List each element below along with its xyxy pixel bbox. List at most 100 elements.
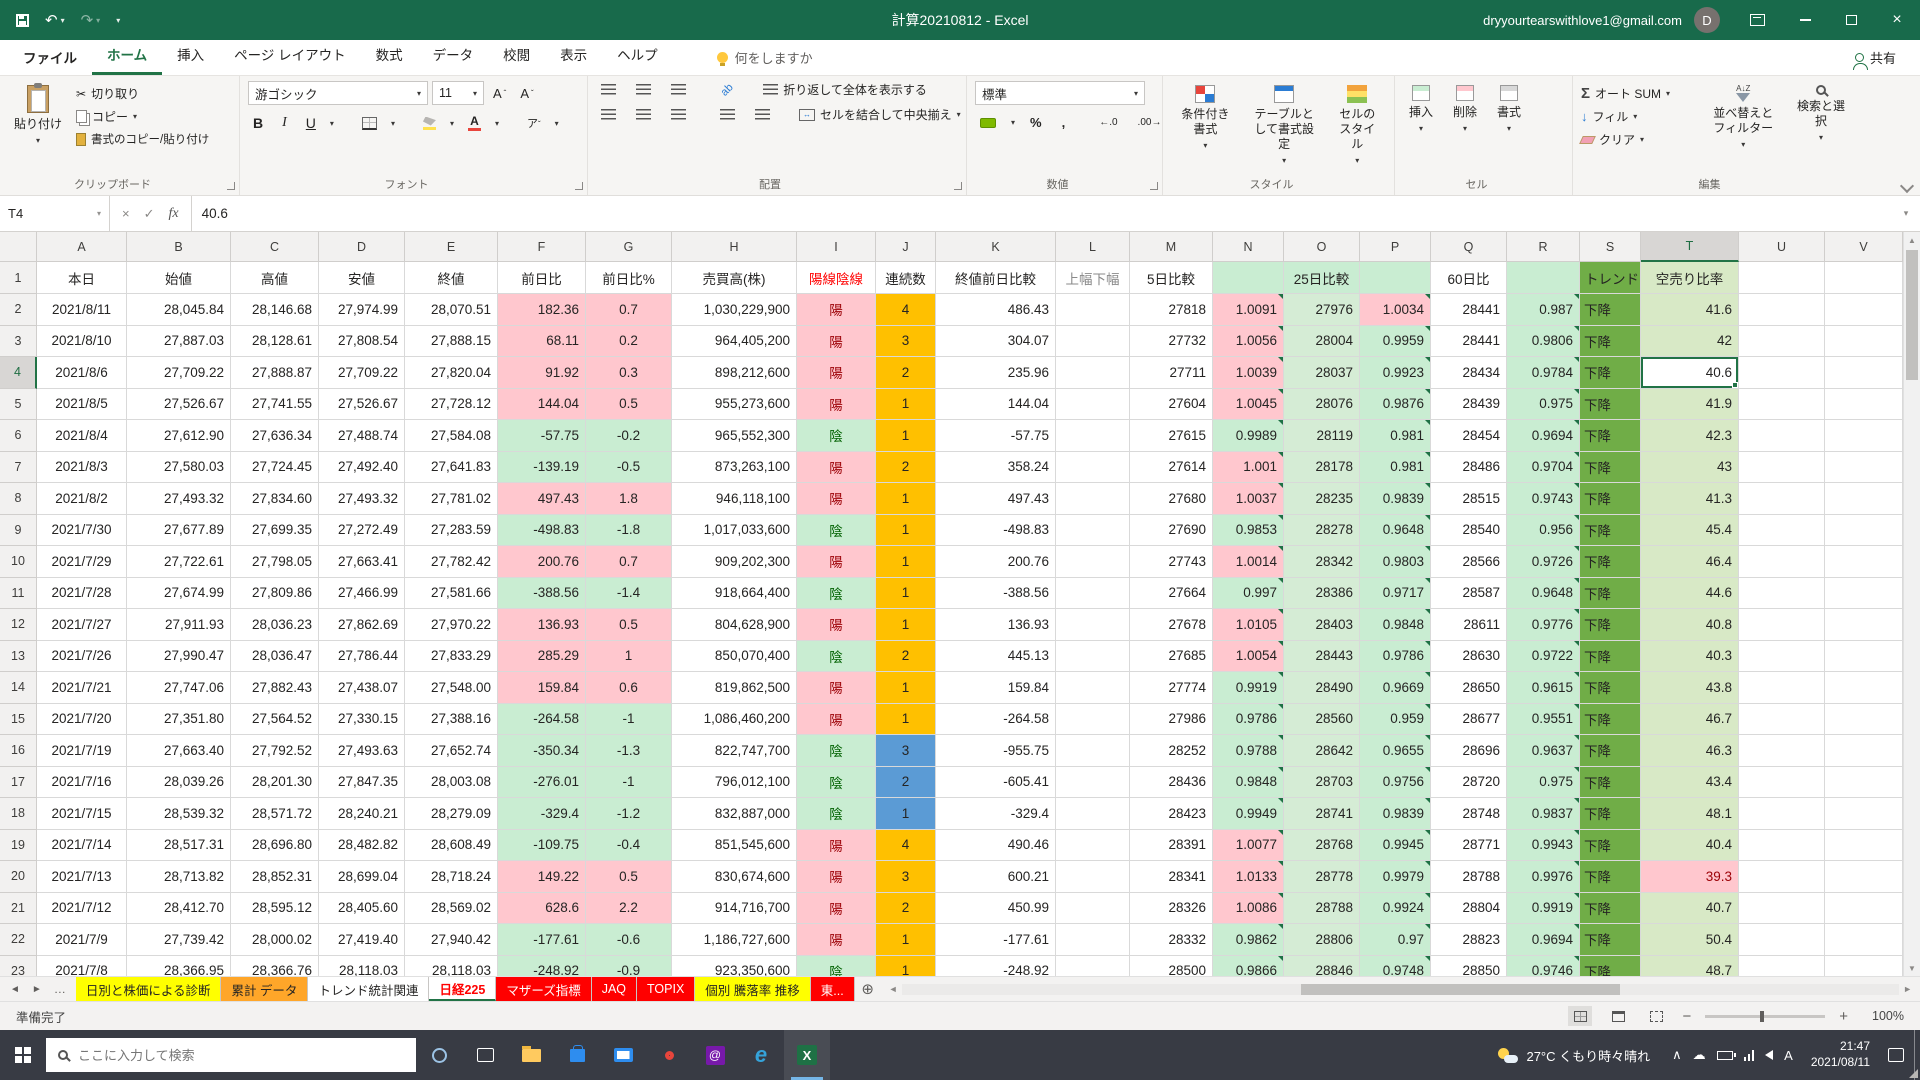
ribbon-tab[interactable]: ホーム xyxy=(92,36,162,75)
cell-L5[interactable] xyxy=(1056,389,1130,421)
select-all-corner[interactable] xyxy=(0,232,37,262)
cell-A22[interactable]: 2021/7/9 xyxy=(37,924,127,956)
cell-A18[interactable]: 2021/7/15 xyxy=(37,798,127,830)
cell-B21[interactable]: 28,412.70 xyxy=(127,893,231,925)
ribbon-tab[interactable]: 数式 xyxy=(361,36,418,75)
cell-R4[interactable]: 0.9784 xyxy=(1507,357,1580,389)
cell-S1[interactable]: トレンド xyxy=(1580,262,1641,294)
cell-E8[interactable]: 27,781.02 xyxy=(405,483,498,515)
cell-H12[interactable]: 804,628,900 xyxy=(672,609,797,641)
cell-V1[interactable] xyxy=(1825,262,1903,294)
name-box[interactable]: T4▾ xyxy=(0,196,110,231)
cell-O12[interactable]: 28403 xyxy=(1284,609,1360,641)
cell-K12[interactable]: 136.93 xyxy=(936,609,1056,641)
cell-U17[interactable] xyxy=(1739,767,1825,799)
cell-E21[interactable]: 28,569.02 xyxy=(405,893,498,925)
cell-M2[interactable]: 27818 xyxy=(1130,294,1213,326)
cell-T16[interactable]: 46.3 xyxy=(1641,735,1739,767)
cell-R13[interactable]: 0.9722 xyxy=(1507,641,1580,673)
cell-P23[interactable]: 0.9748 xyxy=(1360,956,1431,977)
cell-F7[interactable]: -139.19 xyxy=(498,452,586,484)
cell-S12[interactable]: 下降 xyxy=(1580,609,1641,641)
cell-T4[interactable]: 40.6 xyxy=(1641,357,1739,389)
cell-F14[interactable]: 159.84 xyxy=(498,672,586,704)
cell-H18[interactable]: 832,887,000 xyxy=(672,798,797,830)
cell-K3[interactable]: 304.07 xyxy=(936,326,1056,358)
hscroll-right-icon[interactable]: ► xyxy=(1903,984,1912,994)
cell-K2[interactable]: 486.43 xyxy=(936,294,1056,326)
cell-D22[interactable]: 27,419.40 xyxy=(319,924,405,956)
underline-button[interactable]: U xyxy=(301,113,321,133)
row-header-11[interactable]: 11 xyxy=(0,578,37,610)
cell-Q20[interactable]: 28788 xyxy=(1431,861,1507,893)
cell-F10[interactable]: 200.76 xyxy=(498,546,586,578)
cell-T8[interactable]: 41.3 xyxy=(1641,483,1739,515)
cell-J16[interactable]: 3 xyxy=(876,735,936,767)
cell-V8[interactable] xyxy=(1825,483,1903,515)
cell-B4[interactable]: 27,709.22 xyxy=(127,357,231,389)
cell-I9[interactable]: 陰 xyxy=(797,515,876,547)
cell-A8[interactable]: 2021/8/2 xyxy=(37,483,127,515)
cell-O7[interactable]: 28178 xyxy=(1284,452,1360,484)
cell-L16[interactable] xyxy=(1056,735,1130,767)
cell-L21[interactable] xyxy=(1056,893,1130,925)
cell-N8[interactable]: 1.0037 xyxy=(1213,483,1284,515)
cell-T15[interactable]: 46.7 xyxy=(1641,704,1739,736)
cell-G1[interactable]: 前日比% xyxy=(586,262,672,294)
cell-M16[interactable]: 28252 xyxy=(1130,735,1213,767)
find-select-button[interactable]: 検索と選択▾ xyxy=(1790,81,1852,175)
cell-S19[interactable]: 下降 xyxy=(1580,830,1641,862)
cell-J18[interactable]: 1 xyxy=(876,798,936,830)
cell-J8[interactable]: 1 xyxy=(876,483,936,515)
cell-H9[interactable]: 1,017,033,600 xyxy=(672,515,797,547)
cell-O23[interactable]: 28846 xyxy=(1284,956,1360,977)
cell-R2[interactable]: 0.987 xyxy=(1507,294,1580,326)
excel-taskbar-button[interactable]: X xyxy=(784,1030,830,1080)
cell-Q16[interactable]: 28696 xyxy=(1431,735,1507,767)
cell-U15[interactable] xyxy=(1739,704,1825,736)
cell-B23[interactable]: 28,366.95 xyxy=(127,956,231,977)
cell-G8[interactable]: 1.8 xyxy=(586,483,672,515)
cell-S4[interactable]: 下降 xyxy=(1580,357,1641,389)
vertical-scrollbar[interactable]: ▲ ▼ xyxy=(1903,232,1920,976)
cell-N22[interactable]: 0.9862 xyxy=(1213,924,1284,956)
page-break-view-button[interactable] xyxy=(1644,1006,1668,1026)
cell-U5[interactable] xyxy=(1739,389,1825,421)
new-sheet-button[interactable]: ⊕ xyxy=(855,977,881,1001)
cell-L18[interactable] xyxy=(1056,798,1130,830)
orientation-button[interactable]: ab xyxy=(716,82,738,98)
cell-K18[interactable]: -329.4 xyxy=(936,798,1056,830)
cell-H5[interactable]: 955,273,600 xyxy=(672,389,797,421)
cell-J5[interactable]: 1 xyxy=(876,389,936,421)
col-header-E[interactable]: E xyxy=(405,232,498,262)
cell-L17[interactable] xyxy=(1056,767,1130,799)
minimize-button[interactable] xyxy=(1782,0,1828,40)
cell-J11[interactable]: 1 xyxy=(876,578,936,610)
cell-D6[interactable]: 27,488.74 xyxy=(319,420,405,452)
cell-B2[interactable]: 28,045.84 xyxy=(127,294,231,326)
cell-U16[interactable] xyxy=(1739,735,1825,767)
sheet-tab[interactable]: 個別 騰落率 推移 xyxy=(695,977,810,1001)
cell-H6[interactable]: 965,552,300 xyxy=(672,420,797,452)
cell-M6[interactable]: 27615 xyxy=(1130,420,1213,452)
format-painter-button[interactable]: 書式のコピー/貼り付け xyxy=(76,131,209,147)
cell-M1[interactable]: 5日比較 xyxy=(1130,262,1213,294)
decrease-font-button[interactable]: Aˇ xyxy=(515,84,538,103)
row-header-14[interactable]: 14 xyxy=(0,672,37,704)
cell-G11[interactable]: -1.4 xyxy=(586,578,672,610)
cell-R8[interactable]: 0.9743 xyxy=(1507,483,1580,515)
cell-K16[interactable]: -955.75 xyxy=(936,735,1056,767)
cell-S2[interactable]: 下降 xyxy=(1580,294,1641,326)
cell-V23[interactable] xyxy=(1825,956,1903,977)
cell-J21[interactable]: 2 xyxy=(876,893,936,925)
cell-J13[interactable]: 2 xyxy=(876,641,936,673)
avatar[interactable]: D xyxy=(1694,7,1720,33)
cell-V21[interactable] xyxy=(1825,893,1903,925)
cell-C14[interactable]: 27,882.43 xyxy=(231,672,319,704)
cell-D12[interactable]: 27,862.69 xyxy=(319,609,405,641)
cell-K21[interactable]: 450.99 xyxy=(936,893,1056,925)
cell-K15[interactable]: -264.58 xyxy=(936,704,1056,736)
cell-C23[interactable]: 28,366.76 xyxy=(231,956,319,977)
align-middle-button[interactable] xyxy=(631,82,656,97)
cell-J23[interactable]: 1 xyxy=(876,956,936,977)
